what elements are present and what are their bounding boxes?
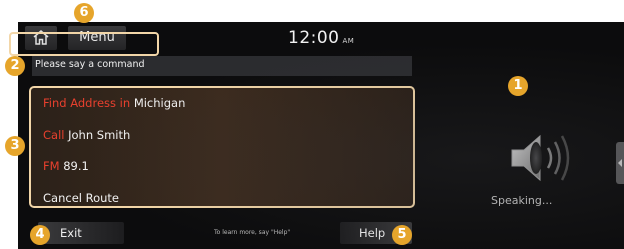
command-item[interactable]: FM 89.1 [43, 159, 89, 173]
callout-4: 4 [30, 225, 50, 245]
command-value: Cancel Route [43, 191, 119, 205]
exit-label: Exit [60, 226, 82, 240]
command-keyword: Find Address in [43, 96, 131, 110]
command-prompt-highlight [9, 32, 159, 56]
callout-5: 5 [392, 225, 412, 245]
voice-recognition-screen: Menu 12:00 AM Please say a command Find A… [18, 22, 624, 249]
command-value: Michigan [133, 96, 186, 110]
command-item[interactable]: Cancel Route [43, 191, 119, 205]
command-value: John Smith [68, 128, 131, 142]
command-prompt: Please say a command [35, 59, 145, 70]
callout-1: 1 [508, 76, 528, 96]
command-keyword: Call [43, 128, 65, 142]
speaking-status: Speaking... [491, 194, 553, 207]
callout-3: 3 [5, 136, 25, 156]
clock: 12:00 AM [288, 28, 354, 48]
command-item[interactable]: Call John Smith [43, 128, 130, 142]
command-item[interactable]: Find Address in Michigan [43, 96, 185, 110]
clock-ampm: AM [342, 37, 355, 45]
command-list: Find Address in Michigan Call John Smith… [29, 86, 415, 208]
speaker-icon [511, 134, 570, 182]
callout-2: 2 [5, 56, 25, 76]
command-value: 89.1 [63, 159, 89, 173]
callout-6: 6 [74, 3, 94, 23]
help-hint: To learn more, say "Help" [214, 229, 291, 236]
command-keyword: FM [43, 159, 60, 173]
help-label: Help [359, 226, 386, 240]
clock-time: 12:00 [288, 28, 340, 48]
side-panel-tab[interactable] [616, 142, 624, 184]
